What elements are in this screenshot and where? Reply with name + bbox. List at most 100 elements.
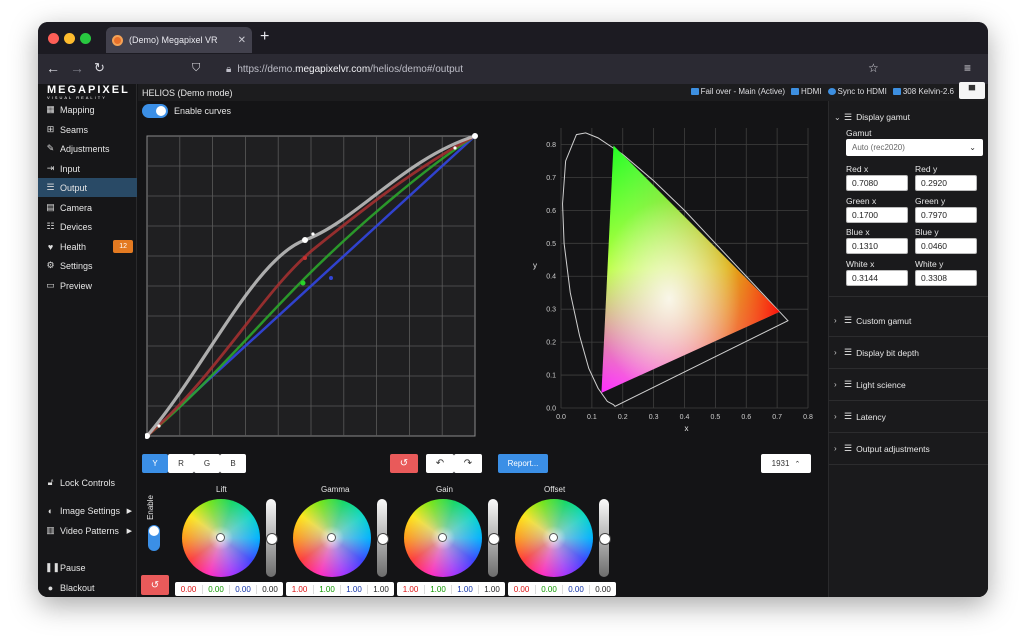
gamma-master-slider[interactable] bbox=[377, 499, 389, 577]
red-x-input[interactable]: 0.7080 bbox=[846, 175, 908, 191]
channel-y-button[interactable]: Y bbox=[142, 454, 168, 473]
white-x-input[interactable]: 0.3144 bbox=[846, 270, 908, 286]
chat-button[interactable]: ▀ bbox=[959, 82, 985, 99]
reload-icon[interactable]: ↻ bbox=[94, 60, 105, 76]
chevron-right-icon: › bbox=[834, 444, 837, 453]
hdmi-text: HDMI bbox=[801, 87, 822, 96]
curves-graph[interactable] bbox=[145, 128, 481, 444]
gamma-wheel-handle[interactable] bbox=[327, 533, 336, 542]
cie-y-tick-label: 0.1 bbox=[546, 373, 556, 380]
custom-gamut-header[interactable]: › ☰ Custom gamut bbox=[829, 305, 988, 337]
maximize-window-icon[interactable] bbox=[80, 33, 91, 44]
browser-tab[interactable]: (Demo) Megapixel VR ✕ bbox=[106, 27, 252, 53]
sidebar-item-input[interactable]: ⇥ Input bbox=[38, 159, 137, 178]
gain-g-value[interactable]: 1.00 bbox=[424, 584, 451, 594]
gain-wheel-handle[interactable] bbox=[438, 533, 447, 542]
hamburger-menu-icon[interactable]: ≡ bbox=[964, 61, 971, 75]
enable-wheels-toggle[interactable] bbox=[148, 525, 160, 551]
back-icon[interactable]: ← bbox=[46, 60, 60, 76]
gamut-value: Auto (rec2020) bbox=[852, 143, 905, 152]
enable-curves-toggle[interactable] bbox=[142, 104, 168, 118]
gamma-r-value[interactable]: 1.00 bbox=[286, 585, 313, 594]
offset-g-value[interactable]: 0.00 bbox=[535, 584, 562, 594]
lift-color-wheel[interactable] bbox=[182, 499, 260, 577]
sidebar-item-seams[interactable]: ⊞ Seams bbox=[38, 120, 137, 139]
redo-button[interactable]: ↷ bbox=[454, 454, 482, 473]
failover-status[interactable]: Fail over - Main (Active) bbox=[690, 87, 785, 96]
gain-color-wheel[interactable] bbox=[404, 499, 482, 577]
lock-controls-button[interactable]: 🔓︎ Lock Controls bbox=[38, 473, 137, 492]
offset-master-slider[interactable] bbox=[599, 499, 611, 577]
gamma-b-value[interactable]: 1.00 bbox=[340, 584, 367, 594]
image-settings-menu[interactable]: ◐ Image Settings ▶ bbox=[38, 501, 137, 520]
gain-label: Gain bbox=[436, 485, 453, 494]
red-y-input[interactable]: 0.2920 bbox=[915, 175, 977, 191]
reset-curves-button[interactable]: ↺ bbox=[390, 454, 418, 473]
reset-wheels-button[interactable]: ↺ bbox=[141, 575, 169, 595]
pause-button[interactable]: ❚❚ Pause bbox=[38, 558, 137, 577]
lift-wheel-handle[interactable] bbox=[216, 533, 225, 542]
video-patterns-menu[interactable]: ▥ Video Patterns ▶ bbox=[38, 521, 137, 540]
light-science-header[interactable]: › ☰ Light science bbox=[829, 369, 988, 401]
channel-g-button[interactable]: G bbox=[194, 454, 220, 473]
green-x-input[interactable]: 0.1700 bbox=[846, 207, 908, 223]
chevron-down-icon: ⌄ bbox=[969, 143, 976, 152]
report-button[interactable]: Report... bbox=[498, 454, 548, 473]
lift-master-value[interactable]: 0.00 bbox=[256, 584, 283, 594]
sidebar-item-health[interactable]: ♥ Health 12 bbox=[38, 237, 137, 256]
offset-wheel-handle[interactable] bbox=[549, 533, 558, 542]
minimize-window-icon[interactable] bbox=[64, 33, 75, 44]
sidebar-item-output[interactable]: ☰ Output bbox=[38, 178, 137, 197]
sliders-icon: ☰ bbox=[844, 347, 853, 357]
lift-master-slider[interactable] bbox=[266, 499, 278, 577]
gamma-color-wheel[interactable] bbox=[293, 499, 371, 577]
gain-master-slider[interactable] bbox=[488, 499, 500, 577]
sidebar-item-devices[interactable]: ☷ Devices bbox=[38, 217, 137, 236]
gamma-g-value[interactable]: 1.00 bbox=[313, 584, 340, 594]
offset-r-value[interactable]: 0.00 bbox=[508, 585, 535, 594]
cie-1931-chart[interactable]: 0.0 0.1 0.2 0.3 0.4 0.5 0.6 0.7 0.8 0.0 0.1 0.2 0.3… bbox=[493, 118, 828, 468]
new-tab-icon[interactable]: + bbox=[260, 28, 269, 46]
channel-b-button[interactable]: B bbox=[220, 454, 246, 473]
channel-r-button[interactable]: R bbox=[168, 454, 194, 473]
kelvin-status[interactable]: 308 Kelvin-2.6 bbox=[892, 87, 954, 96]
forward-icon[interactable]: → bbox=[70, 60, 84, 76]
close-window-icon[interactable] bbox=[48, 33, 59, 44]
plus-box-icon: ⊞ bbox=[46, 124, 55, 134]
output-adjustments-header[interactable]: › ☰ Output adjustments bbox=[829, 433, 988, 465]
offset-master-value[interactable]: 0.00 bbox=[589, 584, 616, 594]
white-y-input[interactable]: 0.3308 bbox=[915, 270, 977, 286]
hdmi-status[interactable]: HDMI bbox=[791, 87, 822, 96]
sidebar-item-preview[interactable]: ▭ Preview bbox=[38, 276, 137, 295]
cie-x-axis-label: x bbox=[685, 424, 689, 433]
sync-status[interactable]: Sync to HDMI bbox=[827, 87, 887, 96]
sidebar-item-mapping[interactable]: ▦ Mapping bbox=[38, 100, 137, 119]
gain-r-value[interactable]: 1.00 bbox=[397, 585, 424, 594]
gain-master-value[interactable]: 1.00 bbox=[478, 584, 505, 594]
sidebar-item-adjustments[interactable]: ✎ Adjustments bbox=[38, 139, 137, 158]
blue-x-input[interactable]: 0.1310 bbox=[846, 238, 908, 254]
green-y-input[interactable]: 0.7970 bbox=[915, 207, 977, 223]
sidebar-item-settings[interactable]: ⚙ Settings bbox=[38, 256, 137, 275]
display-bit-depth-header[interactable]: › ☰ Display bit depth bbox=[829, 337, 988, 369]
lift-g-value[interactable]: 0.00 bbox=[202, 584, 229, 594]
sidebar-item-camera[interactable]: ▤ Camera bbox=[38, 198, 137, 217]
bookmark-star-icon[interactable]: ☆ bbox=[868, 61, 879, 75]
blackout-button[interactable]: ● Blackout bbox=[38, 578, 137, 597]
cie-x-tick-label: 0.4 bbox=[680, 414, 690, 421]
gamut-select[interactable]: Auto (rec2020) ⌄ bbox=[846, 139, 983, 156]
shield-icon[interactable]: ⛉ bbox=[192, 62, 200, 75]
close-tab-icon[interactable]: ✕ bbox=[238, 35, 246, 46]
latency-header[interactable]: › ☰ Latency bbox=[829, 401, 988, 433]
lift-b-value[interactable]: 0.00 bbox=[229, 584, 256, 594]
offset-color-wheel[interactable] bbox=[515, 499, 593, 577]
offset-b-value[interactable]: 0.00 bbox=[562, 584, 589, 594]
gain-b-value[interactable]: 1.00 bbox=[451, 584, 478, 594]
cie-standard-select[interactable]: 1931 ⌃ bbox=[761, 454, 811, 473]
gamma-master-value[interactable]: 1.00 bbox=[367, 584, 394, 594]
lift-r-value[interactable]: 0.00 bbox=[175, 585, 202, 594]
blue-y-input[interactable]: 0.0460 bbox=[915, 238, 977, 254]
undo-button[interactable]: ↶ bbox=[426, 454, 454, 473]
sidebar-item-label: Output bbox=[60, 182, 88, 193]
address-field[interactable]: 🔒︎ https://demo. megapixelvr.com/helios/d… bbox=[226, 58, 926, 80]
